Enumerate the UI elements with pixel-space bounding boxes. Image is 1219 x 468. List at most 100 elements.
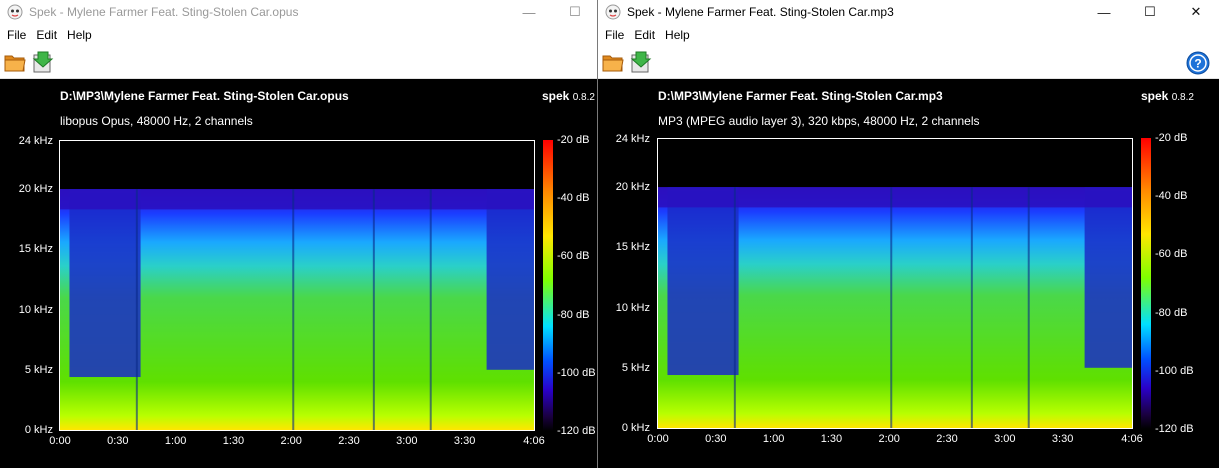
- time-tick-label: 3:00: [994, 433, 1016, 445]
- db-tick-label: -20 dB: [557, 134, 590, 146]
- db-tick-label: -40 dB: [1155, 190, 1188, 203]
- high-band: [658, 187, 1132, 208]
- freq-tick-label: 20 kHz: [615, 181, 650, 194]
- title-bar[interactable]: Spek - Mylene Farmer Feat. Sting-Stolen …: [598, 0, 1219, 24]
- db-color-scale: [543, 140, 553, 431]
- section-break-1: [890, 187, 893, 428]
- section-break-3: [1027, 187, 1030, 428]
- menu-help[interactable]: Help: [62, 28, 97, 42]
- brand-version: 0.8.2: [572, 92, 595, 103]
- db-tick-label: -60 dB: [1155, 248, 1188, 261]
- file-info: libopus Opus, 48000 Hz, 2 channels: [60, 114, 253, 128]
- freq-tick-label: 5 kHz: [24, 363, 53, 376]
- db-color-scale: [1141, 138, 1151, 429]
- time-tick-label: 2:00: [280, 435, 302, 447]
- save-arrow-icon[interactable]: [30, 49, 56, 75]
- maximize-button[interactable]: ☐: [1127, 0, 1173, 24]
- menu-edit[interactable]: Edit: [629, 28, 660, 42]
- time-tick-label: 0:00: [49, 435, 71, 447]
- quiet-region-0: [69, 189, 141, 378]
- freq-tick-label: 10 kHz: [18, 303, 53, 316]
- spek-app-icon: [7, 4, 23, 20]
- spectrogram-panel: D:\MP3\Mylene Farmer Feat. Sting-Stolen …: [0, 80, 598, 468]
- close-button[interactable]: ✕: [1173, 0, 1219, 24]
- time-tick-label: 1:00: [164, 435, 187, 447]
- section-break-0: [733, 187, 736, 428]
- spectrogram-panel: D:\MP3\Mylene Farmer Feat. Sting-Stolen …: [598, 80, 1219, 468]
- time-tick-label: 0:30: [107, 435, 129, 447]
- section-break-1: [292, 189, 295, 430]
- db-tick-label: -20 dB: [1155, 132, 1188, 144]
- db-tick-label: -40 dB: [557, 192, 590, 205]
- minimize-button[interactable]: —: [506, 0, 552, 24]
- brand-name: spek: [1141, 89, 1169, 103]
- title-bar[interactable]: Spek - Mylene Farmer Feat. Sting-Stolen …: [0, 0, 598, 24]
- freq-tick-label: 15 kHz: [18, 243, 53, 256]
- spek-brand: spek 0.8.2: [1141, 89, 1194, 103]
- maximize-button[interactable]: ☐: [552, 0, 598, 24]
- toolbar: ?: [598, 45, 1219, 79]
- spek-window-opus: Spek - Mylene Farmer Feat. Sting-Stolen …: [0, 0, 598, 468]
- time-tick-label: 4:06: [1121, 433, 1143, 445]
- spectrogram-plot: [59, 140, 535, 431]
- menu-help[interactable]: Help: [660, 28, 695, 42]
- db-tick-label: -80 dB: [1155, 306, 1188, 319]
- file-title: D:\MP3\Mylene Farmer Feat. Sting-Stolen …: [658, 89, 943, 103]
- menu-file[interactable]: File: [2, 28, 31, 42]
- brand-name: spek: [542, 89, 570, 103]
- time-tick-label: 2:30: [338, 435, 360, 447]
- db-tick-label: -80 dB: [557, 308, 590, 321]
- time-tick-label: 0:30: [705, 433, 727, 445]
- section-break-2: [970, 187, 973, 428]
- toolbar: [0, 45, 598, 79]
- quiet-region-1: [1084, 187, 1132, 368]
- time-tick-label: 1:30: [820, 433, 843, 445]
- spek-brand: spek 0.8.2: [542, 89, 595, 103]
- time-tick-label: 1:30: [222, 435, 245, 447]
- time-tick-label: 0:00: [647, 433, 669, 445]
- time-tick-label: 1:00: [762, 433, 785, 445]
- svg-text:?: ?: [1194, 57, 1201, 71]
- file-title: D:\MP3\Mylene Farmer Feat. Sting-Stolen …: [60, 89, 349, 103]
- freq-tick-label: 15 kHz: [615, 241, 650, 254]
- high-band: [60, 189, 534, 210]
- freq-tick-label: 10 kHz: [615, 301, 650, 314]
- quiet-region-0: [667, 187, 739, 376]
- db-tick-label: -120 dB: [1155, 423, 1194, 435]
- freq-tick-label: 24 kHz: [18, 135, 53, 147]
- menu-bar: File Edit Help: [0, 24, 598, 45]
- window-title: Spek - Mylene Farmer Feat. Sting-Stolen …: [29, 5, 299, 19]
- time-tick-label: 2:30: [936, 433, 958, 445]
- spectrogram-plot: [657, 138, 1133, 429]
- help-circle-icon[interactable]: ?: [1186, 51, 1210, 75]
- file-info: MP3 (MPEG audio layer 3), 320 kbps, 4800…: [658, 114, 980, 128]
- db-tick-label: -60 dB: [557, 250, 590, 263]
- section-break-2: [372, 189, 375, 430]
- db-tick-label: -120 dB: [557, 425, 596, 437]
- menu-edit[interactable]: Edit: [31, 28, 62, 42]
- time-tick-label: 2:00: [878, 433, 900, 445]
- time-tick-label: 3:00: [396, 435, 418, 447]
- section-break-0: [135, 189, 138, 430]
- freq-tick-label: 0 kHz: [621, 422, 650, 434]
- freq-tick-label: 24 kHz: [615, 133, 650, 145]
- minimize-button[interactable]: —: [1081, 0, 1127, 24]
- menu-bar: File Edit Help: [598, 24, 1219, 45]
- menu-file[interactable]: File: [600, 28, 629, 42]
- freq-tick-label: 5 kHz: [621, 361, 650, 374]
- open-folder-icon[interactable]: [2, 49, 28, 75]
- db-tick-label: -100 dB: [1155, 364, 1194, 377]
- quiet-region-1: [486, 189, 534, 370]
- spek-window-mp3: Spek - Mylene Farmer Feat. Sting-Stolen …: [597, 0, 1219, 468]
- time-tick-label: 4:06: [523, 435, 545, 447]
- time-tick-label: 3:30: [453, 435, 476, 447]
- time-tick-label: 3:30: [1051, 433, 1074, 445]
- brand-version: 0.8.2: [1171, 92, 1194, 103]
- freq-tick-label: 20 kHz: [18, 183, 53, 196]
- window-title: Spek - Mylene Farmer Feat. Sting-Stolen …: [627, 5, 894, 19]
- db-tick-label: -100 dB: [557, 366, 596, 379]
- spek-app-icon: [605, 4, 621, 20]
- section-break-3: [429, 189, 432, 430]
- open-folder-icon[interactable]: [600, 49, 626, 75]
- save-arrow-icon[interactable]: [628, 49, 654, 75]
